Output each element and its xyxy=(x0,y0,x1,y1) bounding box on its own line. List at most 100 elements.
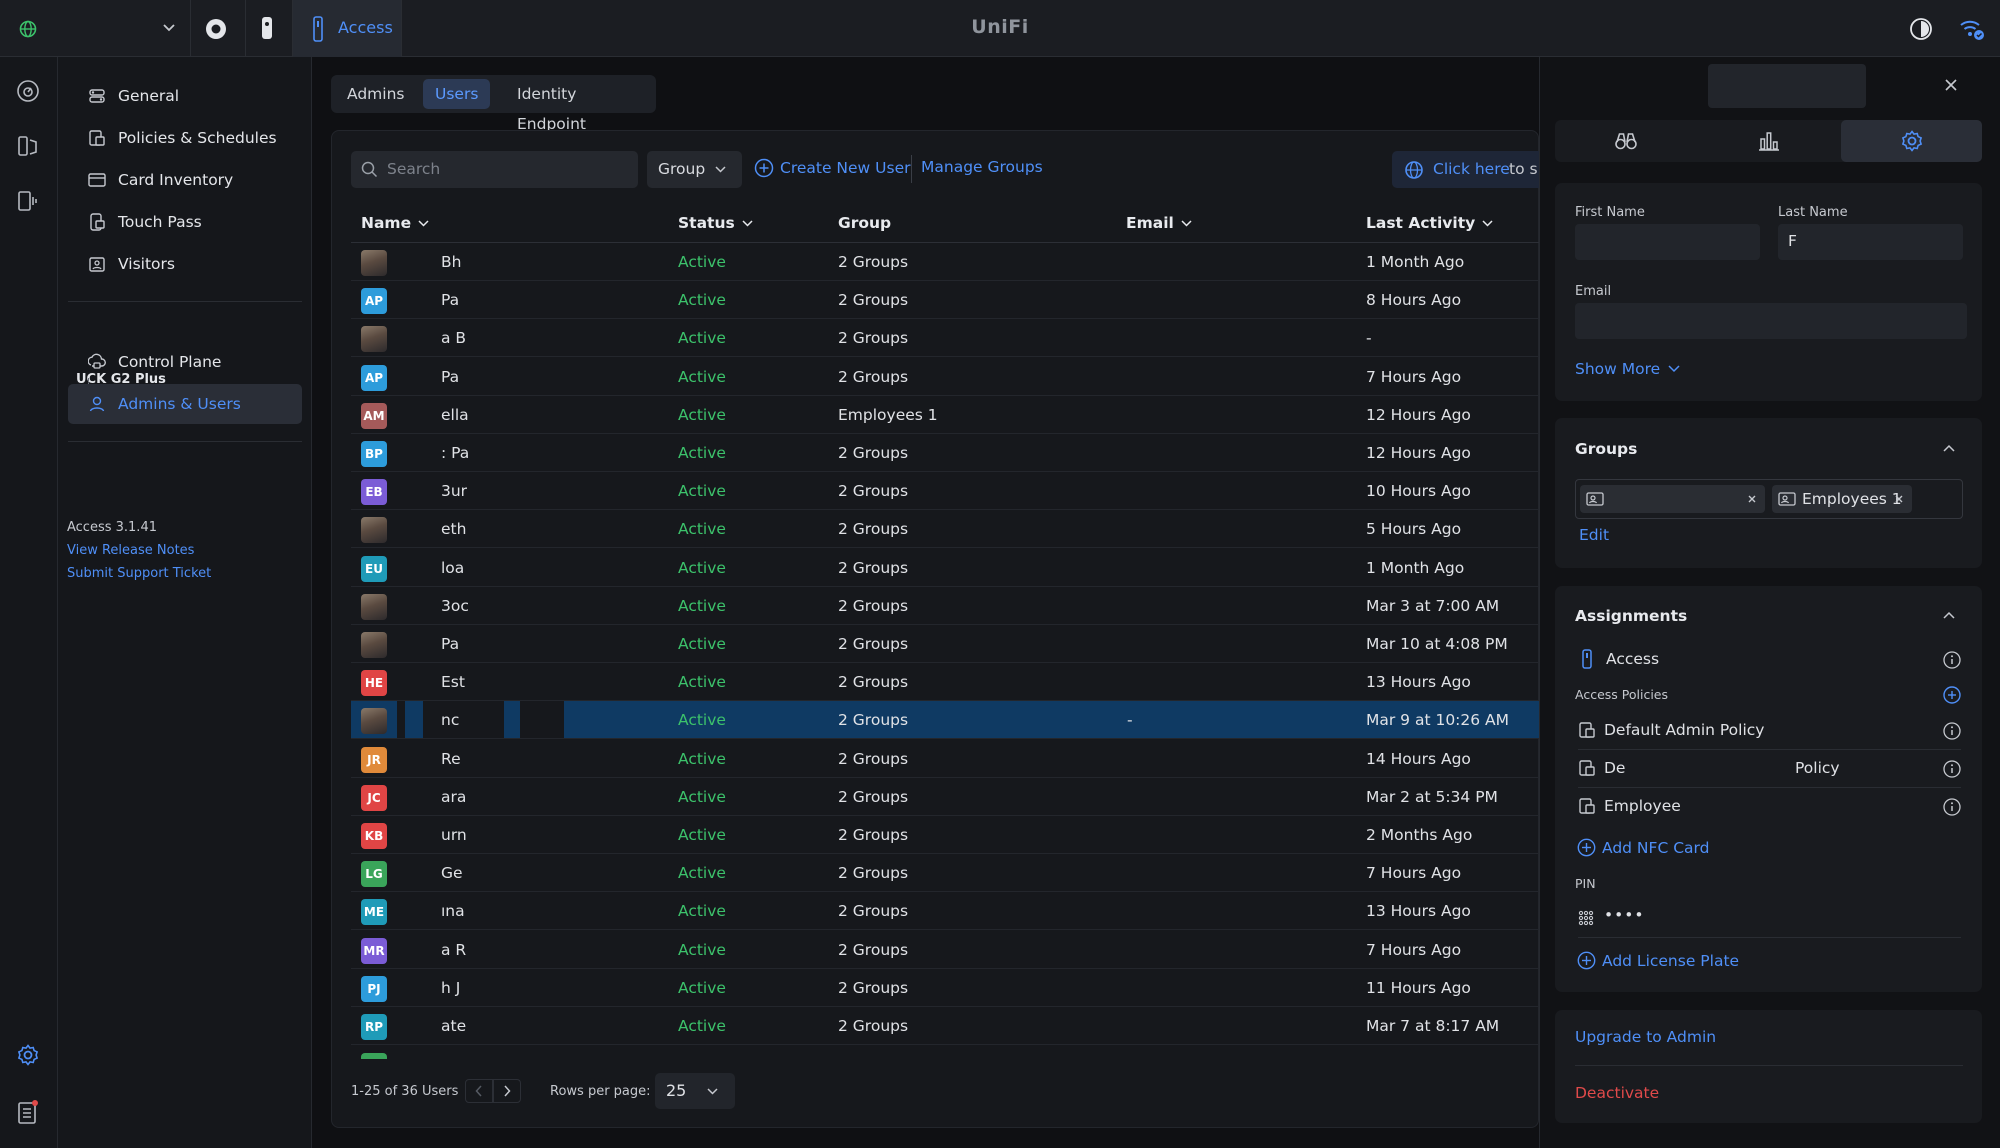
site-dropdown-chevron-icon[interactable] xyxy=(163,24,175,32)
nav-item-policies-schedules[interactable]: Policies & Schedules xyxy=(68,118,302,158)
table-row[interactable]: EU loa Active 2 Groups 1 Month Ago xyxy=(351,549,1539,587)
table-row[interactable]: RP ate Active 2 Groups Mar 7 at 8:17 AM xyxy=(351,1007,1539,1045)
table-row[interactable]: JR Re Active 2 Groups 14 Hours Ago xyxy=(351,740,1539,778)
user-name: ara xyxy=(441,787,467,806)
tab-settings[interactable] xyxy=(1841,120,1982,162)
policy-default-admin[interactable]: Default Admin Policy xyxy=(1578,712,1961,748)
next-page-button[interactable] xyxy=(493,1079,521,1103)
table-row[interactable]: Pa Active 2 Groups Mar 10 at 4:08 PM xyxy=(351,625,1539,663)
dashboard-icon[interactable] xyxy=(16,79,40,103)
info-icon[interactable] xyxy=(1943,651,1961,669)
search-input[interactable]: Search xyxy=(351,151,638,188)
globe-icon[interactable] xyxy=(18,19,38,39)
table-row[interactable]: KB urn Active 2 Groups 2 Months Ago xyxy=(351,816,1539,854)
rows-per-page-select[interactable]: 25 xyxy=(655,1073,735,1109)
tab-users[interactable]: Users xyxy=(423,79,491,109)
manage-groups-button[interactable]: Manage Groups xyxy=(921,158,1043,176)
tab-activity[interactable] xyxy=(1698,120,1839,162)
avatar: AP xyxy=(361,364,387,391)
create-new-user-button[interactable]: Create New User xyxy=(754,158,911,178)
search-placeholder: Search xyxy=(387,160,441,178)
remove-chip-icon[interactable] xyxy=(1894,494,1904,504)
table-row[interactable]: eth Active 2 Groups 5 Hours Ago xyxy=(351,510,1539,549)
close-icon[interactable] xyxy=(1944,78,1958,92)
devices-icon[interactable] xyxy=(16,134,40,158)
table-row[interactable]: MR a R Active 2 Groups 7 Hours Ago xyxy=(351,931,1539,969)
nav-item-admins-users[interactable]: Admins & Users xyxy=(68,384,302,424)
last-name-field[interactable]: F xyxy=(1778,224,1963,260)
first-name-field[interactable] xyxy=(1575,224,1760,260)
nav-item-touch-pass[interactable]: Touch Pass xyxy=(68,202,302,242)
table-row[interactable]: BP: Pa Active 2 Groups 12 Hours Ago xyxy=(351,434,1539,472)
upgrade-to-admin-button[interactable]: Upgrade to Admin xyxy=(1575,1028,1716,1046)
table-row[interactable]: LG Ge Active 2 Groups 7 Hours Ago xyxy=(351,854,1539,893)
column-header-last-activity[interactable]: Last Activity xyxy=(1366,214,1493,232)
nav-item-control-plane[interactable]: Control Plane xyxy=(68,342,302,382)
theme-toggle-icon[interactable] xyxy=(1909,17,1933,41)
nav-item-visitors[interactable]: Visitors xyxy=(68,244,302,284)
avatar: ME xyxy=(361,899,387,926)
info-icon[interactable] xyxy=(1943,722,1961,740)
chevron-up-icon[interactable] xyxy=(1943,611,1955,619)
policy-employee[interactable]: Employee xyxy=(1578,788,1961,824)
avatar xyxy=(361,326,387,353)
settings-gear-icon[interactable] xyxy=(16,1043,40,1067)
table-row[interactable]: AP Pa Active 2 Groups 7 Hours Ago xyxy=(351,358,1539,396)
column-header-email[interactable]: Email xyxy=(1126,214,1192,232)
chevron-up-icon[interactable] xyxy=(1943,444,1955,452)
promo-banner[interactable]: Click here to s xyxy=(1392,151,1539,188)
table-row[interactable]: EB 3ur Active 2 Groups 10 Hours Ago xyxy=(351,472,1539,511)
user-group: 2 Groups xyxy=(838,329,909,348)
sort-chevron-icon xyxy=(1181,219,1192,227)
policy-second[interactable]: De Policy xyxy=(1578,750,1961,786)
events-icon[interactable] xyxy=(16,189,40,213)
user-name: h J xyxy=(441,978,461,997)
cloud-key-icon[interactable] xyxy=(204,17,228,41)
release-notes-link[interactable]: View Release Notes xyxy=(67,543,194,558)
table-row[interactable]: PJ h J Active 2 Groups 11 Hours Ago xyxy=(351,969,1539,1007)
group-filter-dropdown[interactable]: Group xyxy=(647,151,742,188)
nav-item-card-inventory[interactable]: Card Inventory xyxy=(68,160,302,200)
avatar: EB xyxy=(361,479,387,506)
plus-circle-icon xyxy=(1577,951,1596,970)
table-row[interactable]: AP Pa Active 2 Groups 8 Hours Ago xyxy=(351,281,1539,320)
edit-groups-button[interactable]: Edit xyxy=(1579,526,1609,544)
tab-overview[interactable] xyxy=(1555,120,1696,162)
table-row[interactable]: JC ara Active 2 Groups Mar 2 at 5:34 PM xyxy=(351,778,1539,816)
info-icon[interactable] xyxy=(1943,798,1961,816)
email-field[interactable] xyxy=(1575,303,1967,339)
column-header-status[interactable]: Status xyxy=(678,214,753,232)
access-app-tab[interactable]: Access xyxy=(293,0,401,57)
status-badge: Active xyxy=(678,673,726,692)
add-nfc-card-button[interactable]: Add NFC Card xyxy=(1577,838,1709,857)
table-row[interactable]: Bh Active 2 Groups 1 Month Ago xyxy=(351,243,1539,281)
tab-admins[interactable]: Admins xyxy=(335,79,416,109)
show-more-button[interactable]: Show More xyxy=(1575,360,1680,378)
support-ticket-link[interactable]: Submit Support Ticket xyxy=(67,566,211,581)
last-name-label: Last Name xyxy=(1778,205,1848,220)
add-license-plate-button[interactable]: Add License Plate xyxy=(1577,951,1739,970)
avatar: JC xyxy=(361,784,387,811)
table-row[interactable]: HE Est Active 2 Groups 13 Hours Ago xyxy=(351,663,1539,702)
policy-label: Default Admin Policy xyxy=(1604,721,1765,739)
deactivate-button[interactable]: Deactivate xyxy=(1575,1084,1659,1102)
table-row[interactable]: AM ella Active Employees 1 12 Hours Ago xyxy=(351,396,1539,434)
table-row[interactable]: ME ına Active 2 Groups 13 Hours Ago xyxy=(351,892,1539,931)
tab-identity-endpoint[interactable]: Identity Endpoint xyxy=(505,79,656,133)
nav-item-general[interactable]: General xyxy=(68,76,302,116)
system-log-icon[interactable] xyxy=(16,1099,40,1125)
info-icon[interactable] xyxy=(1943,760,1961,778)
user-name-header xyxy=(1708,64,1866,108)
remove-chip-icon[interactable] xyxy=(1747,494,1757,504)
device-icon[interactable] xyxy=(260,15,274,41)
avatar: AM xyxy=(361,402,387,429)
table-row[interactable]: a B Active 2 Groups - xyxy=(351,319,1539,358)
network-status-icon[interactable] xyxy=(1958,16,1986,42)
add-policy-icon[interactable] xyxy=(1943,686,1961,704)
table-row[interactable]: nc Active 2 Groups - Mar 9 at 10:26 AM xyxy=(351,701,1539,740)
click-here-link[interactable]: Click here xyxy=(1433,160,1510,178)
settings-nav: General Policies & Schedules Card Invent… xyxy=(58,57,312,1148)
column-header-name[interactable]: Name xyxy=(361,214,429,232)
prev-page-button[interactable] xyxy=(465,1079,493,1103)
table-row[interactable]: 3oc Active 2 Groups Mar 3 at 7:00 AM xyxy=(351,587,1539,625)
